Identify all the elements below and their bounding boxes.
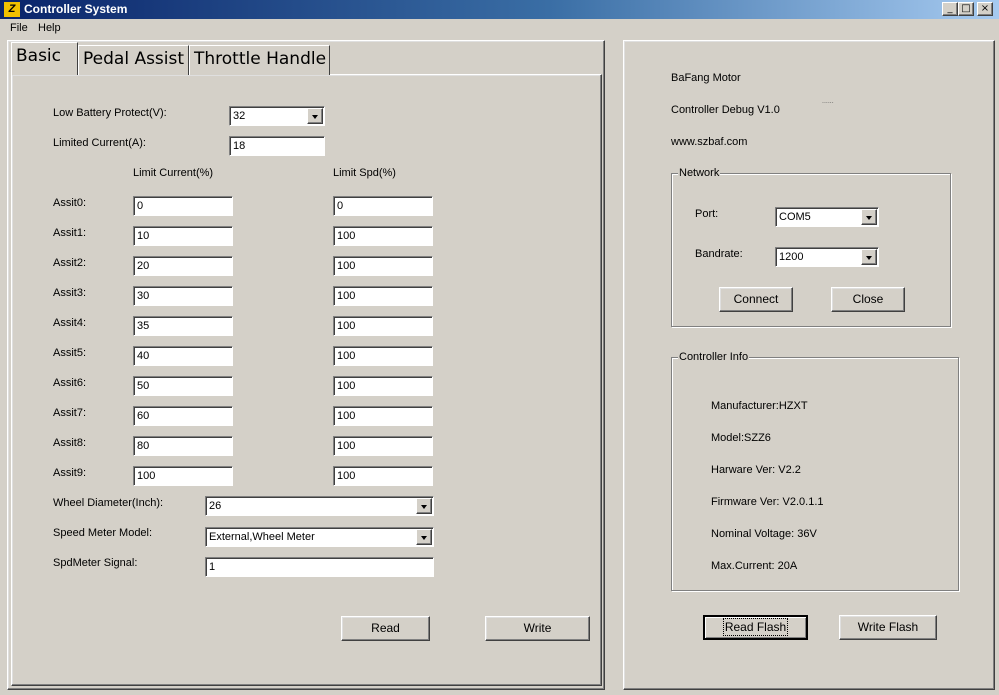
tab-page-basic <box>11 74 602 686</box>
tab-basic[interactable]: Basic <box>11 42 78 75</box>
window-title: Controller System <box>24 2 128 16</box>
assist-limit-spd-input[interactable]: 100 <box>333 256 433 276</box>
assist-limit-spd-input[interactable]: 100 <box>333 286 433 306</box>
wheel-diameter-label: Wheel Diameter(Inch): <box>53 497 164 509</box>
low-battery-label: Low Battery Protect(V): <box>53 107 167 119</box>
baudrate-value: 1200 <box>779 251 804 263</box>
assist-limit-current-input[interactable]: 35 <box>133 316 233 336</box>
assist-limit-spd-input[interactable]: 100 <box>333 436 433 456</box>
tab-throttle-handle[interactable]: Throttle Handle <box>189 45 330 75</box>
assist-label: Assit1: <box>53 227 87 239</box>
controller-info-line: Max.Current: 20A <box>711 560 798 572</box>
chevron-down-icon[interactable] <box>416 498 432 514</box>
assist-limit-spd-input[interactable]: 100 <box>333 376 433 396</box>
port-value: COM5 <box>779 211 811 223</box>
assist-limit-current-input[interactable]: 100 <box>133 466 233 486</box>
assist-limit-spd-input[interactable]: 0 <box>333 196 433 216</box>
speed-meter-model-value: External,Wheel Meter <box>209 531 315 543</box>
spdmeter-signal-label: SpdMeter Signal: <box>53 557 138 569</box>
baudrate-label: Bandrate: <box>695 248 743 260</box>
assist-limit-current-input[interactable]: 60 <box>133 406 233 426</box>
assist-limit-spd-input[interactable]: 100 <box>333 316 433 336</box>
low-battery-value: 32 <box>233 110 246 122</box>
controller-info-line: Firmware Ver: V2.0.1.1 <box>711 496 824 508</box>
controller-info-line: Nominal Voltage: 36V <box>711 528 817 540</box>
menu-file[interactable]: File <box>10 22 28 35</box>
tab-pedal-assist[interactable]: Pedal Assist <box>78 45 189 75</box>
wheel-diameter-select[interactable]: 26 <box>205 496 434 516</box>
connect-button[interactable]: Connect <box>719 287 793 312</box>
app-icon: Z <box>4 2 20 17</box>
assist-limit-current-input[interactable]: 50 <box>133 376 233 396</box>
assist-limit-spd-input[interactable]: 100 <box>333 466 433 486</box>
assist-limit-current-input[interactable]: 10 <box>133 226 233 246</box>
debug-version-label: Controller Debug V1.0 <box>671 104 780 116</box>
menu-bar <box>0 19 999 38</box>
assist-label: Assit7: <box>53 407 87 419</box>
chevron-down-icon[interactable] <box>861 209 877 225</box>
assist-label: Assit4: <box>53 317 87 329</box>
assist-label: Assit6: <box>53 377 87 389</box>
controller-info-line: Model:SZZ6 <box>711 432 771 444</box>
assist-limit-current-input[interactable]: 40 <box>133 346 233 366</box>
assist-label: Assit5: <box>53 347 87 359</box>
chevron-down-icon[interactable] <box>416 529 432 545</box>
network-legend: Network <box>678 167 721 179</box>
baudrate-select[interactable]: 1200 <box>775 247 879 267</box>
maximize-icon[interactable]: □ <box>958 2 974 16</box>
assist-label: Assit8: <box>53 437 87 449</box>
port-select[interactable]: COM5 <box>775 207 879 227</box>
limited-current-label: Limited Current(A): <box>53 137 146 149</box>
chevron-down-icon[interactable] <box>307 108 323 124</box>
limit-spd-header: Limit Spd(%) <box>333 167 396 179</box>
close-icon[interactable]: × <box>977 2 993 16</box>
low-battery-select[interactable]: 32 <box>229 106 325 126</box>
speed-meter-model-select[interactable]: External,Wheel Meter <box>205 527 434 547</box>
assist-label: Assit9: <box>53 467 87 479</box>
bottom-edge <box>0 690 999 695</box>
menu-help[interactable]: Help <box>38 22 61 35</box>
brand-label: BaFang Motor <box>671 72 741 84</box>
controller-info-legend: Controller Info <box>678 351 750 363</box>
assist-limit-current-input[interactable]: 20 <box>133 256 233 276</box>
read-flash-button[interactable]: Read Flash <box>703 615 808 640</box>
close-button[interactable]: Close <box>831 287 905 312</box>
website-label: www.szbaf.com <box>671 136 748 148</box>
write-button[interactable]: Write <box>485 616 590 641</box>
assist-label: Assit3: <box>53 287 87 299</box>
limit-current-header: Limit Current(%) <box>133 167 214 179</box>
assist-limit-current-input[interactable]: 30 <box>133 286 233 306</box>
write-flash-button[interactable]: Write Flash <box>839 615 937 640</box>
assist-limit-current-input[interactable]: 0 <box>133 196 233 216</box>
chevron-down-icon[interactable] <box>861 249 877 265</box>
speed-meter-model-label: Speed Meter Model: <box>53 527 153 539</box>
wheel-diameter-value: 26 <box>209 500 222 512</box>
controller-info-line: Harware Ver: V2.2 <box>711 464 801 476</box>
port-label: Port: <box>695 208 719 220</box>
read-flash-label: Read Flash <box>722 618 789 636</box>
assist-label: Assit0: <box>53 197 87 209</box>
controller-info-line: Manufacturer:HZXT <box>711 400 808 412</box>
spdmeter-signal-input[interactable]: 1 <box>205 557 434 577</box>
read-button[interactable]: Read <box>341 616 430 641</box>
minimize-icon[interactable]: _ <box>942 2 958 16</box>
assist-limit-spd-input[interactable]: 100 <box>333 226 433 246</box>
assist-limit-current-input[interactable]: 80 <box>133 436 233 456</box>
title-bar <box>0 0 999 19</box>
assist-label: Assit2: <box>53 257 87 269</box>
assist-limit-spd-input[interactable]: 100 <box>333 346 433 366</box>
limited-current-input[interactable]: 18 <box>229 136 325 156</box>
assist-limit-spd-input[interactable]: 100 <box>333 406 433 426</box>
stray-mark: ...... <box>822 98 834 105</box>
